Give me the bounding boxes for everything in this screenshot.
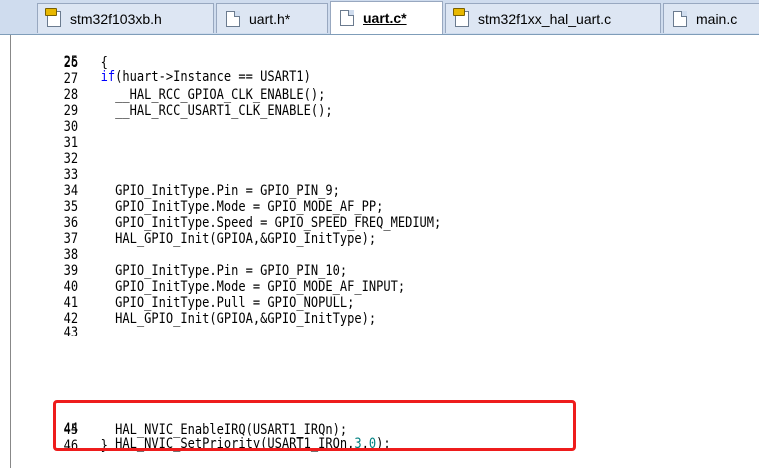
red-highlight-box (53, 400, 576, 451)
tab-label: stm32f1xx_hal_uart.c (478, 10, 612, 27)
line-number: 26 (63, 55, 79, 71)
line-number: 40 (63, 279, 79, 295)
line-number: 39 (63, 263, 79, 279)
code-text: GPIO_InitType.Pin = GPIO_PIN_9; (100, 183, 340, 199)
tab-label: uart.c* (363, 10, 407, 26)
code-line: 35 GPIO_InitType.Mode = GPIO_MODE_AF_PP; (0, 200, 653, 215)
tab-label: main.c (696, 10, 738, 27)
line-number: 33 (63, 167, 79, 183)
tab-uart-h[interactable]: uart.h* (216, 3, 328, 33)
line-number: 34 (63, 183, 79, 199)
code-line: 39 GPIO_InitType.Pin = GPIO_PIN_10; (0, 264, 653, 279)
header-file-icon (45, 7, 61, 27)
code-line: 34 GPIO_InitType.Pin = GPIO_PIN_9; (0, 184, 653, 199)
code-line: 42 HAL_GPIO_Init(GPIOA,&GPIO_InitType); (0, 312, 653, 327)
code-text: GPIO_InitType.Speed = GPIO_SPEED_FREQ_ME… (100, 215, 442, 231)
code-line: 40 GPIO_InitType.Mode = GPIO_MODE_AF_INP… (0, 280, 653, 295)
line-number: 28 (63, 87, 79, 103)
code-text: GPIO_InitType.Pin = GPIO_PIN_10; (100, 263, 348, 279)
code-line: 32 (0, 152, 653, 167)
code-line: 25 if(huart->Instance == USART1) (0, 40, 653, 85)
header-file-icon (453, 7, 469, 27)
code-line: 31 (0, 136, 653, 151)
code-text: GPIO_InitType.Mode = GPIO_MODE_AF_PP; (100, 199, 384, 215)
code-line: 27 (0, 72, 653, 87)
tab-label: stm32f103xb.h (70, 10, 162, 27)
code-line: 38 (0, 248, 653, 263)
line-number: 38 (63, 247, 79, 263)
line-number: 41 (63, 295, 79, 311)
code-line: 29 __HAL_RCC_USART1_CLK_ENABLE(); (0, 104, 653, 119)
code-line: 36 GPIO_InitType.Speed = GPIO_SPEED_FREQ… (0, 216, 653, 231)
code-text: HAL_GPIO_Init(GPIOA,&GPIO_InitType); (100, 311, 377, 327)
file-icon (226, 10, 240, 27)
code-line: 26 { (0, 56, 653, 71)
tab-stm32f1xx-hal-uart-c[interactable]: stm32f1xx_hal_uart.c (445, 3, 661, 33)
line-number: 36 (63, 215, 79, 231)
code-text: GPIO_InitType.Pull = GPIO_NOPULL; (100, 295, 355, 311)
code-text: __HAL_RCC_USART1_CLK_ENABLE(); (100, 103, 333, 119)
line-number: 37 (63, 231, 79, 247)
line-number: 32 (63, 151, 79, 167)
code-line: 33 (0, 168, 653, 183)
code-line: 28 __HAL_RCC_GPIOA_CLK_ENABLE(); (0, 88, 653, 103)
code-text: { (100, 55, 108, 71)
line-number: 29 (63, 103, 79, 119)
tab-label: uart.h* (249, 10, 291, 27)
tab-main-c[interactable]: main.c (663, 3, 759, 33)
code-line: 30 (0, 120, 653, 135)
tab-uart-c[interactable]: uart.c* (330, 1, 443, 34)
code-line: 43 (0, 326, 653, 336)
line-number: 43 (63, 326, 79, 336)
line-number: 42 (63, 311, 79, 327)
code-line: 37 HAL_GPIO_Init(GPIOA,&GPIO_InitType); (0, 232, 653, 247)
line-number: 30 (63, 119, 79, 135)
line-number: 31 (63, 135, 79, 151)
file-icon (340, 10, 354, 26)
line-number: 27 (63, 71, 79, 87)
code-line: 41 GPIO_InitType.Pull = GPIO_NOPULL; (0, 296, 653, 311)
editor-tab-bar: stm32f103xb.h uart.h* uart.c* stm32f1xx_… (0, 0, 759, 35)
code-text: GPIO_InitType.Mode = GPIO_MODE_AF_INPUT; (100, 279, 406, 295)
code-text: __HAL_RCC_GPIOA_CLK_ENABLE(); (100, 87, 326, 103)
code-text: HAL_GPIO_Init(GPIOA,&GPIO_InitType); (100, 231, 377, 247)
file-icon (673, 10, 687, 27)
tab-stm32f103xb-h[interactable]: stm32f103xb.h (37, 3, 214, 33)
line-number: 35 (63, 199, 79, 215)
